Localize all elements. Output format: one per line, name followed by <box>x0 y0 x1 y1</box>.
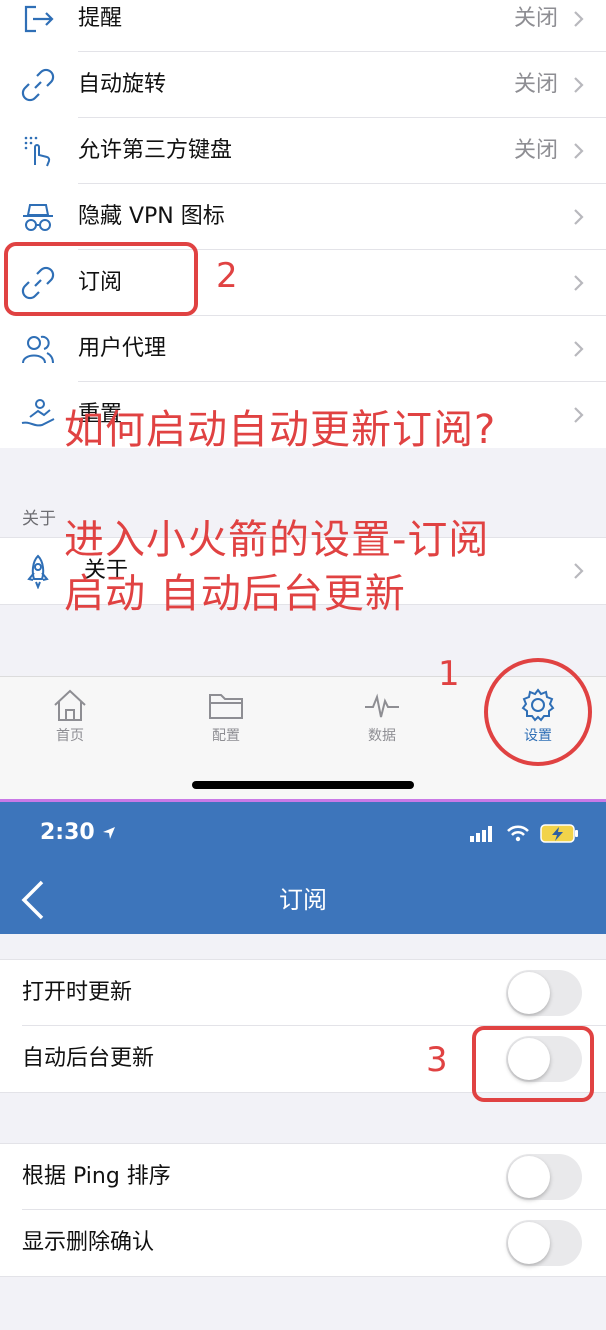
status-time-text: 2:30 <box>40 820 95 845</box>
chevron-right-icon <box>574 209 584 225</box>
subscription-options-group2: 根据 Ping 排序 显示删除确认 <box>0 1143 606 1277</box>
option-label: 打开时更新 <box>22 980 133 1005</box>
settings-row-label: 用户代理 <box>78 336 167 361</box>
settings-row-user-agent[interactable]: 用户代理 <box>0 316 606 382</box>
annotation-number: 3 <box>426 1040 448 1080</box>
settings-row-hide-vpn-icon[interactable]: 隐藏 VPN 图标 <box>0 184 606 250</box>
location-arrow-icon <box>103 827 116 839</box>
settings-list: 提醒 关闭 自动旋转 关闭 允许第三方键盘 关闭 隐藏 VPN 图标 订阅 用户… <box>0 0 606 448</box>
nav-bar: 2:30 订阅 <box>0 802 606 934</box>
option-label: 显示删除确认 <box>22 1230 155 1255</box>
option-label: 自动后台更新 <box>22 1046 155 1071</box>
battery-charging-icon <box>540 824 578 843</box>
home-indicator[interactable] <box>192 781 414 789</box>
wifi-icon <box>507 825 529 842</box>
status-time: 2:30 <box>40 820 116 845</box>
settings-row-reminder[interactable]: 提醒 关闭 <box>0 0 606 52</box>
chevron-right-icon <box>574 407 584 423</box>
about-section-header: 关于 <box>22 509 56 529</box>
tab-label: 配置 <box>212 728 240 744</box>
toggle-knob <box>508 1222 550 1264</box>
reset-hand-icon <box>21 399 55 427</box>
show-delete-confirm-toggle[interactable] <box>506 1220 582 1266</box>
sort-by-ping-toggle[interactable] <box>506 1154 582 1200</box>
option-update-on-open: 打开时更新 <box>0 960 606 1026</box>
update-on-open-toggle[interactable] <box>506 970 582 1016</box>
settings-screen: 提醒 关闭 自动旋转 关闭 允许第三方键盘 关闭 隐藏 VPN 图标 订阅 用户… <box>0 0 606 801</box>
option-sort-by-ping: 根据 Ping 排序 <box>0 1144 606 1210</box>
pulse-icon <box>365 693 399 718</box>
tab-label: 首页 <box>56 728 84 744</box>
signal-icon <box>470 826 492 842</box>
option-label: 根据 Ping 排序 <box>22 1164 171 1189</box>
exit-arrow-icon <box>24 5 54 33</box>
settings-row-label: 允许第三方键盘 <box>78 138 233 163</box>
settings-row-label: 自动旋转 <box>78 72 167 97</box>
users-icon <box>22 335 54 364</box>
chevron-right-icon <box>574 143 584 159</box>
chevron-right-icon <box>574 275 584 291</box>
chevron-right-icon <box>574 11 584 27</box>
annotation-number: 2 <box>216 256 238 296</box>
toggle-knob <box>508 972 550 1014</box>
settings-row-value: 关闭 <box>513 138 558 163</box>
tab-home[interactable]: 首页 <box>20 687 120 745</box>
settings-row-value: 关闭 <box>513 6 558 31</box>
chevron-right-icon <box>574 77 584 93</box>
tab-config[interactable]: 配置 <box>176 687 276 745</box>
rocket-icon <box>27 554 49 589</box>
option-show-delete-confirm: 显示删除确认 <box>0 1210 606 1276</box>
annotation-circle <box>484 658 592 766</box>
annotation-box <box>472 1026 594 1102</box>
annotation-number: 1 <box>438 654 460 694</box>
chevron-right-icon <box>574 341 584 357</box>
incognito-icon <box>23 204 53 231</box>
tab-data[interactable]: 数据 <box>332 687 432 745</box>
annotation-box <box>4 242 198 316</box>
settings-row-label: 提醒 <box>78 6 123 31</box>
home-icon <box>54 689 86 721</box>
settings-row-label: 隐藏 VPN 图标 <box>78 204 225 229</box>
settings-row-third-party-keyboard[interactable]: 允许第三方键盘 关闭 <box>0 118 606 184</box>
overlay-instruction-line: 启动 自动后台更新 <box>64 571 406 617</box>
page-title: 订阅 <box>279 886 327 914</box>
toggle-knob <box>508 1156 550 1198</box>
folder-icon <box>209 694 243 719</box>
tab-label: 数据 <box>368 728 396 744</box>
tap-gesture-icon <box>24 136 51 167</box>
link-icon <box>21 68 55 102</box>
chevron-right-icon <box>574 563 584 579</box>
settings-row-auto-rotate[interactable]: 自动旋转 关闭 <box>0 52 606 118</box>
overlay-instruction-line: 进入小火箭的设置-订阅 <box>64 517 490 563</box>
settings-row-value: 关闭 <box>513 72 558 97</box>
overlay-question: 如何启动自动更新订阅? <box>64 407 497 453</box>
